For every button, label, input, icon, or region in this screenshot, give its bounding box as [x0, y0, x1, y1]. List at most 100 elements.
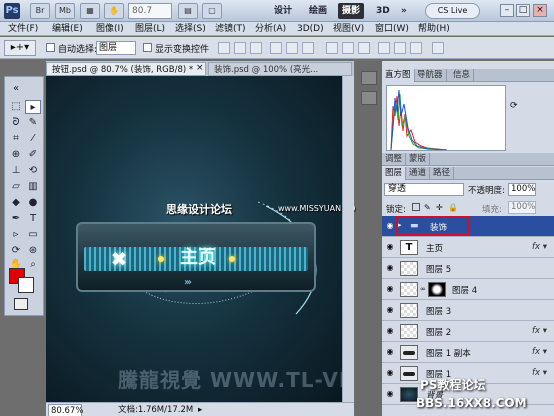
tab-decoration-psd[interactable]: 装饰.psd @ 100% (亮光... — [208, 62, 352, 76]
distribute-right-icon[interactable] — [410, 42, 422, 54]
path-select-icon[interactable]: ▹ — [8, 228, 24, 242]
zoom-tool-icon[interactable]: ⌕ — [25, 258, 41, 272]
guides-icon[interactable]: ▦ — [80, 3, 100, 19]
tab-buttons-psd[interactable]: 按钮.psd @ 80.7% (装饰, RGB/8) * — [46, 62, 206, 76]
align-left-icon[interactable] — [270, 42, 282, 54]
menu-image[interactable]: 图像(I) — [94, 22, 126, 36]
distribute-left-icon[interactable] — [378, 42, 390, 54]
align-hcenter-icon[interactable] — [286, 42, 298, 54]
zoom-level-select[interactable]: 80.7 — [128, 3, 172, 19]
align-top-icon[interactable] — [218, 42, 230, 54]
show-transform-checkbox[interactable] — [143, 43, 152, 52]
visibility-eye-icon[interactable]: ◉ — [384, 262, 396, 274]
mask-link-icon[interactable]: ∞ — [420, 285, 426, 293]
bridge-button[interactable]: Br — [30, 3, 50, 19]
vertical-scrollbar[interactable] — [342, 76, 354, 402]
lasso-tool-icon[interactable]: ᘐ — [8, 116, 24, 130]
blend-mode-select[interactable]: 穿透 — [384, 183, 464, 196]
minimize-button[interactable]: – — [500, 4, 514, 17]
tab-info[interactable]: 信息 — [450, 69, 475, 82]
eraser-tool-icon[interactable]: ▱ — [8, 180, 24, 194]
healing-brush-icon[interactable]: ⊕ — [8, 148, 24, 162]
zoom-percent-field[interactable]: 80.67% — [48, 404, 83, 416]
histogram-refresh-icon[interactable]: ⟳ — [510, 101, 518, 111]
tab-histogram[interactable]: 直方图 — [382, 69, 415, 82]
workspace-photography[interactable]: 摄影 — [338, 3, 365, 19]
visibility-eye-icon[interactable]: ◉ — [384, 241, 396, 253]
status-menu-arrow-icon[interactable]: ▸ — [198, 404, 202, 416]
tab-adjustments[interactable]: 调整 — [382, 153, 407, 166]
distribute-bottom-icon[interactable] — [358, 42, 370, 54]
visibility-eye-icon[interactable]: ◉ — [384, 283, 396, 295]
move-tool-icon[interactable]: ▸ — [25, 100, 41, 114]
fx-icon[interactable]: fx ▾ — [532, 368, 547, 378]
layer-row[interactable]: ◉ 图层 1 副本 fx ▾ — [382, 342, 554, 363]
fx-icon[interactable]: fx ▾ — [532, 242, 547, 252]
workspace-painting[interactable]: 绘画 — [305, 3, 331, 19]
distribute-hcenter-icon[interactable] — [394, 42, 406, 54]
menu-window[interactable]: 窗口(W) — [373, 22, 411, 36]
layer-row-group[interactable]: ◉ ▸ ▬ 装饰 — [382, 216, 554, 237]
fx-icon[interactable]: fx ▾ — [532, 347, 547, 357]
menu-analysis[interactable]: 分析(A) — [253, 22, 288, 36]
dock-actions-icon[interactable] — [361, 91, 377, 105]
tab-masks[interactable]: 蒙版 — [406, 153, 431, 166]
visibility-eye-icon[interactable]: ◉ — [384, 367, 396, 379]
layer-row[interactable]: ◉ 图层 2 fx ▾ — [382, 321, 554, 342]
distribute-top-icon[interactable] — [326, 42, 338, 54]
tab-layers[interactable]: 图层 — [382, 167, 407, 180]
auto-select-checkbox[interactable] — [46, 43, 55, 52]
menu-3d[interactable]: 3D(D) — [295, 22, 326, 36]
blur-tool-icon[interactable]: ◆ — [8, 196, 24, 210]
crop-tool-icon[interactable]: ⌗ — [8, 132, 24, 146]
align-right-icon[interactable] — [302, 42, 314, 54]
shape-tool-icon[interactable]: ▭ — [25, 228, 41, 242]
menu-help[interactable]: 帮助(H) — [416, 22, 452, 36]
marquee-tool-icon[interactable]: ⬚ — [8, 100, 24, 114]
layer-row-masked[interactable]: ◉ ∞ 图层 4 — [382, 279, 554, 300]
menu-file[interactable]: 文件(F) — [6, 22, 40, 36]
background-color-swatch[interactable] — [18, 277, 34, 293]
dock-history-icon[interactable] — [361, 71, 377, 85]
brush-tool-icon[interactable]: ✐ — [25, 148, 41, 162]
3d-orbit-icon[interactable]: ⊛ — [25, 244, 41, 258]
tab-navigator[interactable]: 导航器 — [414, 69, 447, 82]
eyedropper-tool-icon[interactable]: ⁄ — [25, 132, 41, 146]
layer-row[interactable]: ◉ 图层 5 — [382, 258, 554, 279]
lock-position-icon[interactable]: ✛ — [436, 203, 443, 212]
tab-paths[interactable]: 路径 — [430, 167, 455, 180]
tab-channels[interactable]: 通道 — [406, 167, 431, 180]
auto-select-dropdown[interactable]: 图层 — [96, 41, 136, 55]
lock-pixels-icon[interactable]: ✎ — [424, 203, 431, 212]
arrange-documents-icon[interactable]: ▤ — [178, 3, 198, 19]
tool-preset-picker[interactable]: ▸+▾ — [4, 40, 36, 56]
fill-field[interactable]: 100% — [508, 201, 536, 214]
workspace-3d[interactable]: 3D — [372, 3, 394, 19]
visibility-eye-icon[interactable]: ◉ — [384, 304, 396, 316]
hand-icon[interactable]: ✋ — [104, 3, 124, 19]
quick-mask-icon[interactable] — [14, 298, 28, 310]
distribute-vcenter-icon[interactable] — [342, 42, 354, 54]
visibility-eye-icon[interactable]: ◉ — [384, 325, 396, 337]
tab-close-icon[interactable]: × — [196, 63, 204, 73]
layer-row[interactable]: ◉ 图层 3 — [382, 300, 554, 321]
menu-edit[interactable]: 编辑(E) — [50, 22, 85, 36]
dodge-tool-icon[interactable]: ● — [25, 196, 41, 210]
align-vcenter-icon[interactable] — [234, 42, 246, 54]
maximize-button[interactable]: □ — [516, 4, 530, 17]
cs-live-button[interactable]: CS Live — [425, 3, 480, 19]
gradient-tool-icon[interactable]: ▥ — [25, 180, 41, 194]
lock-all-icon[interactable]: 🔒 — [448, 203, 458, 212]
clone-stamp-icon[interactable]: ⊥ — [8, 164, 24, 178]
lock-transparency-icon[interactable] — [412, 203, 420, 211]
visibility-eye-icon[interactable]: ◉ — [384, 388, 396, 400]
quick-select-tool-icon[interactable]: ✎ — [25, 116, 41, 130]
workspace-design[interactable]: 设计 — [270, 3, 296, 19]
opacity-field[interactable]: 100% — [508, 183, 536, 196]
fx-icon[interactable]: fx ▾ — [532, 326, 547, 336]
menu-filter[interactable]: 滤镜(T) — [213, 22, 248, 36]
menu-view[interactable]: 视图(V) — [331, 22, 366, 36]
close-button[interactable]: × — [533, 4, 547, 17]
menu-layer[interactable]: 图层(L) — [133, 22, 167, 36]
3d-rotate-icon[interactable]: ⟳ — [8, 244, 24, 258]
